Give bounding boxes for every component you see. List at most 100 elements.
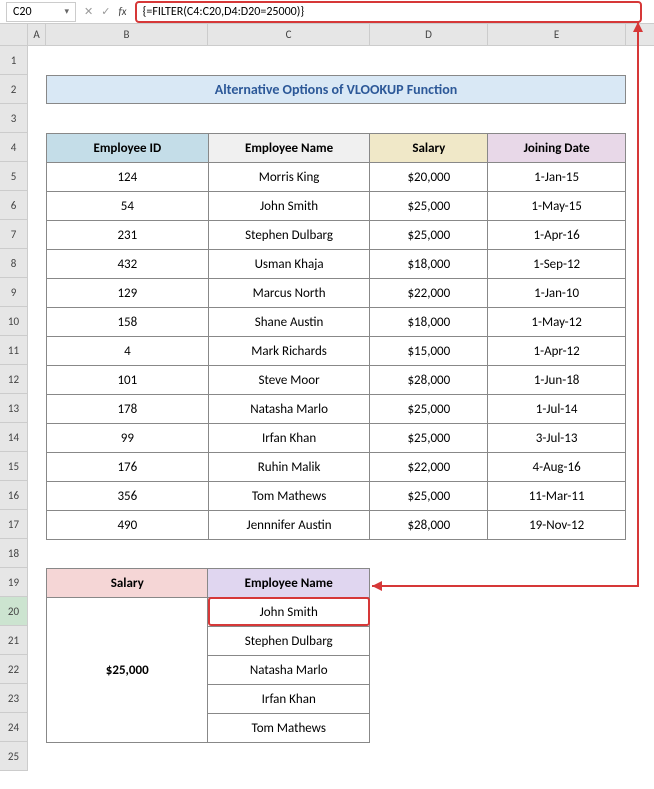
page-title: Alternative Options of VLOOKUP Function (46, 75, 626, 104)
cell-id[interactable]: 99 (47, 424, 209, 453)
cell-id[interactable]: 124 (47, 163, 209, 192)
row-header[interactable]: 15 (0, 452, 28, 481)
cell-name[interactable]: Steve Moor (208, 366, 370, 395)
row-header[interactable]: 17 (0, 510, 28, 539)
row-header[interactable]: 2 (0, 75, 28, 104)
cell-salary[interactable]: $25,000 (370, 192, 488, 221)
result-salary-value[interactable]: $25,000 (47, 598, 208, 743)
col-header-C[interactable]: C (208, 24, 370, 45)
result-name[interactable]: Irfan Khan (208, 685, 370, 714)
chevron-down-icon[interactable]: ▾ (64, 6, 69, 17)
cell-name[interactable]: Natasha Marlo (208, 395, 370, 424)
cell-id[interactable]: 54 (47, 192, 209, 221)
cell-id[interactable]: 129 (47, 279, 209, 308)
cell-name[interactable]: Irfan Khan (208, 424, 370, 453)
col-header-E[interactable]: E (488, 24, 626, 45)
col-header-B[interactable]: B (46, 24, 208, 45)
cell-salary[interactable]: $25,000 (370, 482, 488, 511)
cell-date[interactable]: 3-Jul-13 (488, 424, 626, 453)
cell-name[interactable]: Stephen Dulbarg (208, 221, 370, 250)
row-header[interactable]: 20 (0, 597, 28, 626)
row-header[interactable]: 6 (0, 191, 28, 220)
cell-salary[interactable]: $25,000 (370, 221, 488, 250)
select-all-corner[interactable] (0, 24, 28, 45)
row-header[interactable]: 4 (0, 133, 28, 162)
row-header[interactable]: 11 (0, 336, 28, 365)
cell-salary[interactable]: $28,000 (370, 511, 488, 540)
result-name[interactable]: Stephen Dulbarg (208, 627, 370, 656)
cell-id[interactable]: 101 (47, 366, 209, 395)
formula-input[interactable]: {=FILTER(C4:C20,D4:D20=25000)} (135, 1, 642, 23)
result-table: Salary Employee Name $25,000John Smith S… (46, 568, 370, 743)
row-header[interactable]: 8 (0, 249, 28, 278)
row-header[interactable]: 16 (0, 481, 28, 510)
cell-name[interactable]: Jennnifer Austin (208, 511, 370, 540)
row-header[interactable]: 14 (0, 423, 28, 452)
cell-date[interactable]: 1-May-15 (488, 192, 626, 221)
cell-id[interactable]: 158 (47, 308, 209, 337)
cell-date[interactable]: 11-Mar-11 (488, 482, 626, 511)
cell-name[interactable]: Morris King (208, 163, 370, 192)
row-header[interactable]: 12 (0, 365, 28, 394)
cell-salary[interactable]: $15,000 (370, 337, 488, 366)
cell-date[interactable]: 1-Jan-15 (488, 163, 626, 192)
cell-name[interactable]: Ruhin Malik (208, 453, 370, 482)
col-header-D[interactable]: D (370, 24, 488, 45)
row-header[interactable]: 13 (0, 394, 28, 423)
col-header-A[interactable]: A (28, 24, 46, 45)
cell-id[interactable]: 4 (47, 337, 209, 366)
cell-salary[interactable]: $22,000 (370, 453, 488, 482)
header-employee-id: Employee ID (47, 134, 209, 163)
cell-date[interactable]: 1-Apr-12 (488, 337, 626, 366)
cell-id[interactable]: 490 (47, 511, 209, 540)
row-header[interactable]: 18 (0, 539, 28, 568)
cell-name[interactable]: Usman Khaja (208, 250, 370, 279)
row-header[interactable]: 9 (0, 278, 28, 307)
row-header[interactable]: 1 (0, 46, 28, 75)
name-box[interactable]: C20 ▾ (6, 2, 76, 22)
table-row: 101Steve Moor$28,0001-Jun-18 (47, 366, 626, 395)
row-header[interactable]: 24 (0, 713, 28, 742)
row-header[interactable]: 22 (0, 655, 28, 684)
cell-name[interactable]: John Smith (208, 192, 370, 221)
row-header[interactable]: 10 (0, 307, 28, 336)
cell-name[interactable]: Tom Mathews (208, 482, 370, 511)
cell-date[interactable]: 19-Nov-12 (488, 511, 626, 540)
row-header[interactable]: 19 (0, 568, 28, 597)
cell-id[interactable]: 176 (47, 453, 209, 482)
table-row: 124Morris King$20,0001-Jan-15 (47, 163, 626, 192)
cell-salary[interactable]: $20,000 (370, 163, 488, 192)
cell-id[interactable]: 231 (47, 221, 209, 250)
cell-id[interactable]: 178 (47, 395, 209, 424)
cell-salary[interactable]: $25,000 (370, 424, 488, 453)
confirm-icon[interactable]: ✓ (101, 5, 110, 18)
cell-id[interactable]: 432 (47, 250, 209, 279)
cell-name[interactable]: Marcus North (208, 279, 370, 308)
cell-salary[interactable]: $18,000 (370, 250, 488, 279)
cell-date[interactable]: 4-Aug-16 (488, 453, 626, 482)
cell-salary[interactable]: $22,000 (370, 279, 488, 308)
cell-date[interactable]: 1-Sep-12 (488, 250, 626, 279)
row-header[interactable]: 21 (0, 626, 28, 655)
cancel-icon[interactable]: ✕ (84, 5, 93, 18)
row-header[interactable]: 7 (0, 220, 28, 249)
fx-icon[interactable]: fx (118, 5, 126, 18)
result-name[interactable]: Tom Mathews (208, 714, 370, 743)
cell-date[interactable]: 1-May-12 (488, 308, 626, 337)
row-header[interactable]: 3 (0, 104, 28, 133)
result-name[interactable]: John Smith (208, 598, 370, 627)
row-header[interactable]: 25 (0, 742, 28, 771)
cell-salary[interactable]: $18,000 (370, 308, 488, 337)
cell-id[interactable]: 356 (47, 482, 209, 511)
result-name[interactable]: Natasha Marlo (208, 656, 370, 685)
cell-date[interactable]: 1-Jun-18 (488, 366, 626, 395)
cell-date[interactable]: 1-Apr-16 (488, 221, 626, 250)
row-header[interactable]: 5 (0, 162, 28, 191)
cell-name[interactable]: Shane Austin (208, 308, 370, 337)
cell-date[interactable]: 1-Jan-10 (488, 279, 626, 308)
row-header[interactable]: 23 (0, 684, 28, 713)
cell-salary[interactable]: $28,000 (370, 366, 488, 395)
cell-date[interactable]: 1-Jul-14 (488, 395, 626, 424)
cell-salary[interactable]: $25,000 (370, 395, 488, 424)
cell-name[interactable]: Mark Richards (208, 337, 370, 366)
